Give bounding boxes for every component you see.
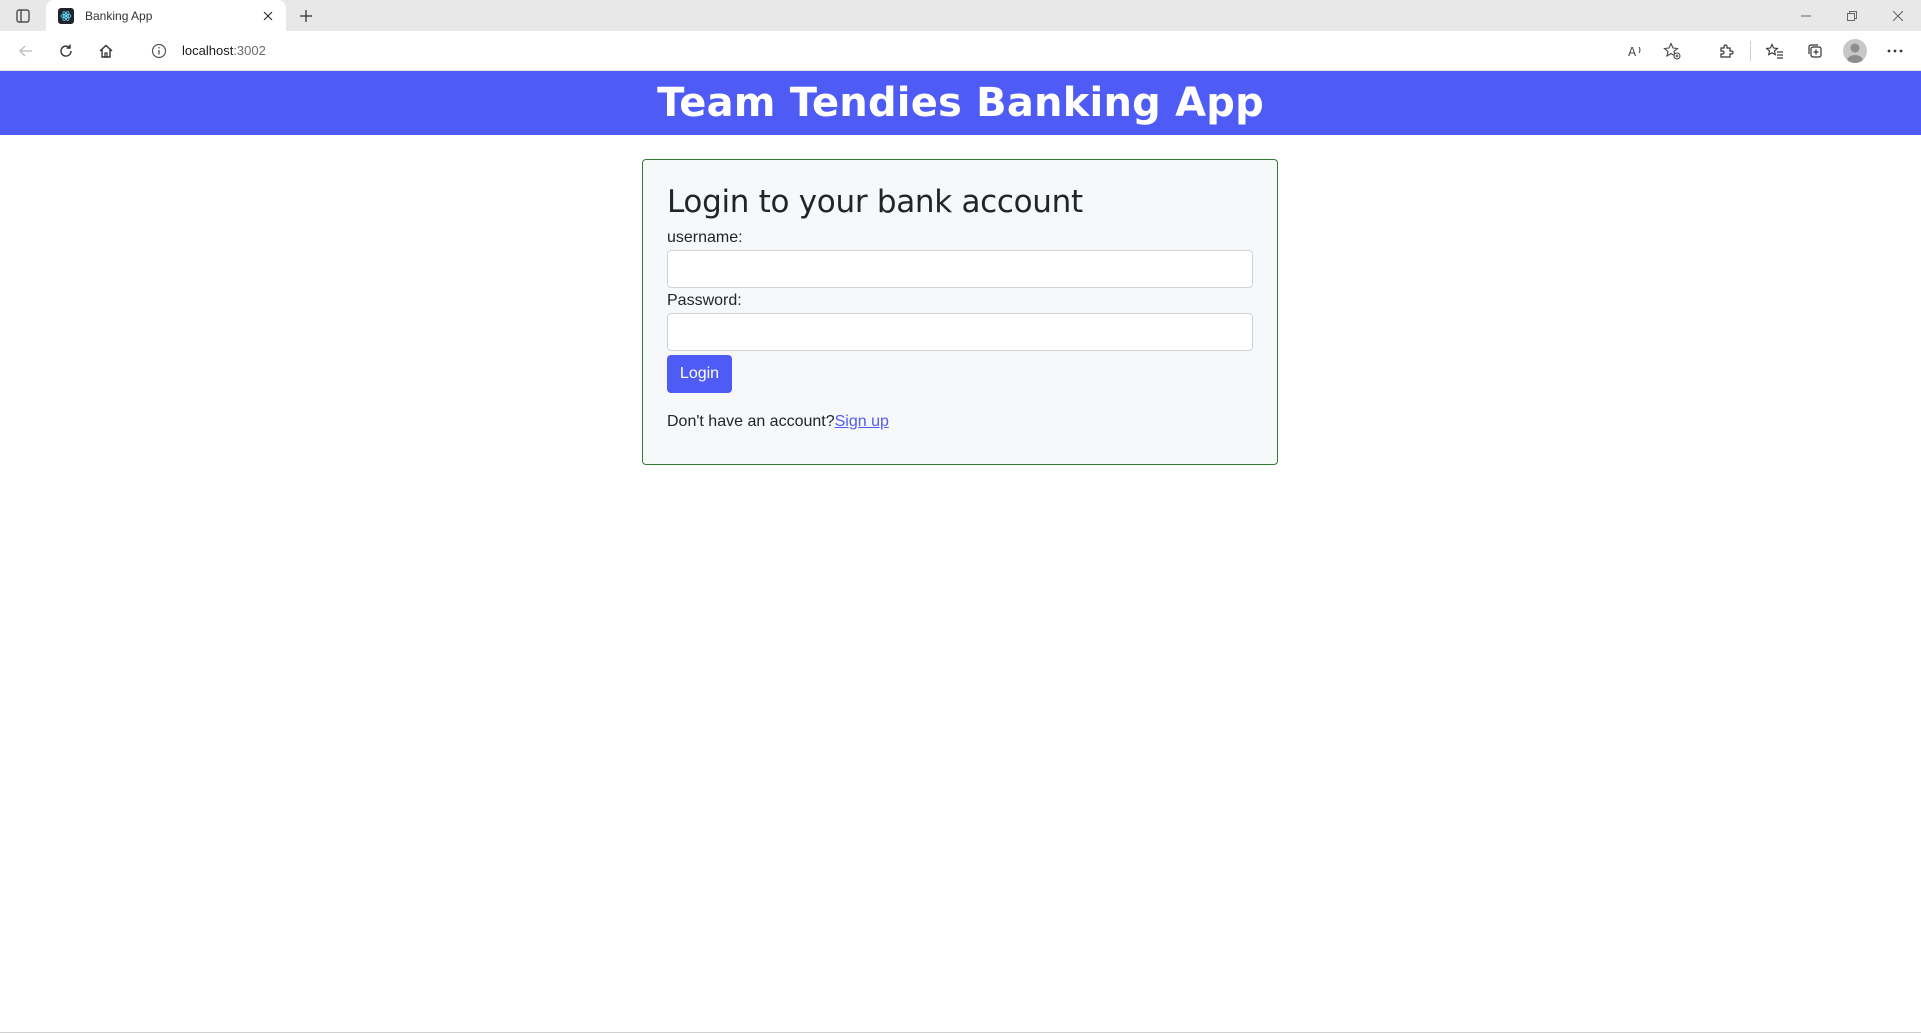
app-title: Team Tendies Banking App xyxy=(657,80,1264,126)
react-logo-icon xyxy=(58,7,74,24)
page-viewport: Team Tendies Banking App Login to your b… xyxy=(0,71,1921,1033)
back-arrow-icon[interactable] xyxy=(6,35,46,67)
address-bar[interactable]: localhost:3002 A xyxy=(134,35,1700,66)
favorites-icon[interactable] xyxy=(1755,35,1795,67)
home-icon[interactable] xyxy=(86,35,126,67)
collections-icon[interactable] xyxy=(1795,35,1835,67)
password-input[interactable] xyxy=(667,313,1253,351)
signup-row: Don't have an account?Sign up xyxy=(667,413,1253,431)
url-text[interactable]: localhost:3002 xyxy=(182,43,1618,58)
app-header: Team Tendies Banking App xyxy=(0,71,1921,135)
tab-actions-icon[interactable] xyxy=(0,0,46,31)
restore-icon[interactable] xyxy=(1829,0,1875,31)
profile-icon[interactable] xyxy=(1835,35,1875,67)
url-port: :3002 xyxy=(233,43,266,58)
username-label: username: xyxy=(667,229,743,246)
avatar xyxy=(1843,38,1867,63)
close-window-icon[interactable] xyxy=(1875,0,1921,31)
signup-link[interactable]: Sign up xyxy=(835,413,889,430)
tab-title: Banking App xyxy=(85,8,153,23)
svg-text:A: A xyxy=(1628,45,1637,58)
url-host: localhost xyxy=(182,43,234,58)
info-icon[interactable] xyxy=(148,43,170,59)
add-favorite-icon[interactable] xyxy=(1654,37,1690,65)
login-button[interactable]: Login xyxy=(667,355,732,393)
login-heading: Login to your bank account xyxy=(667,184,1083,220)
extensions-icon[interactable] xyxy=(1706,35,1746,67)
browser-tab[interactable]: Banking App xyxy=(46,0,286,31)
close-icon[interactable] xyxy=(260,8,276,24)
password-label: Password: xyxy=(667,292,742,309)
username-input[interactable] xyxy=(667,250,1253,288)
toolbar-separator xyxy=(1750,40,1751,61)
browser-toolbar: localhost:3002 A xyxy=(0,31,1921,71)
refresh-icon[interactable] xyxy=(46,35,86,67)
more-icon[interactable] xyxy=(1875,35,1915,67)
browser-tab-strip: Banking App xyxy=(0,0,1921,31)
signup-prompt: Don't have an account? xyxy=(667,413,835,430)
minimize-icon[interactable] xyxy=(1783,0,1829,31)
window-controls xyxy=(1783,0,1921,31)
read-aloud-icon[interactable]: A xyxy=(1618,37,1654,65)
login-card: Login to your bank account username: Pas… xyxy=(642,159,1278,465)
plus-icon[interactable] xyxy=(286,0,326,31)
